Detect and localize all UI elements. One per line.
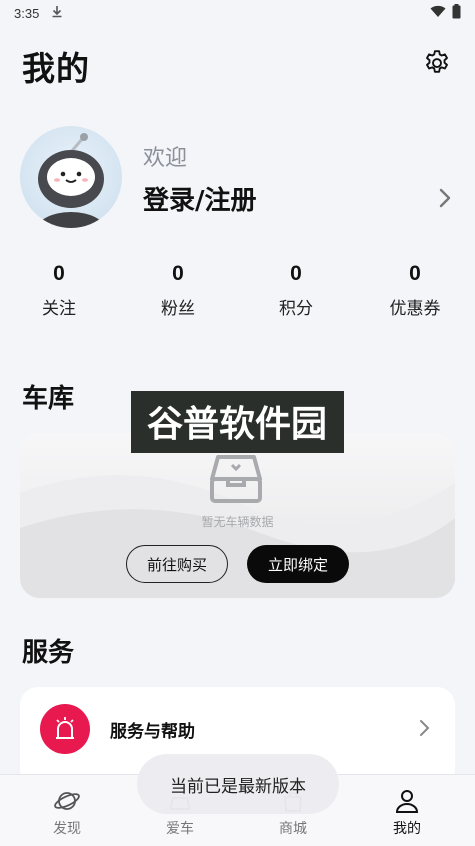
page-title: 我的	[22, 49, 90, 88]
stat-label: 关注	[42, 299, 76, 319]
service-help-label: 服务与帮助	[110, 722, 195, 742]
garage-section-title: 车库	[22, 384, 75, 414]
chevron-right-icon	[418, 717, 432, 739]
tab-discover[interactable]: 发现	[22, 787, 112, 838]
stat-followers[interactable]: 0 粉丝	[128, 262, 228, 319]
status-time: 3:35	[14, 5, 40, 21]
person-icon	[395, 790, 419, 813]
welcome-text: 欢迎	[143, 146, 188, 171]
stat-value: 0	[409, 262, 421, 285]
toast-message: 当前已是最新版本	[137, 754, 339, 814]
stat-label: 积分	[279, 299, 313, 319]
tab-mine[interactable]: 我的	[362, 787, 452, 838]
login-register-link[interactable]: 登录/注册	[143, 180, 257, 217]
tab-label: 爱车	[166, 821, 194, 837]
tab-label: 商城	[279, 821, 307, 837]
bind-now-button[interactable]: 立即绑定	[247, 545, 349, 583]
empty-inbox-icon	[206, 451, 266, 509]
stat-value: 0	[53, 262, 65, 285]
siren-icon	[40, 704, 90, 754]
garage-card: 暂无车辆数据 前往购买 立即绑定	[20, 433, 455, 598]
stat-coupons[interactable]: 0 优惠券	[365, 262, 465, 319]
gear-icon	[426, 50, 448, 73]
battery-icon	[452, 3, 461, 23]
settings-button[interactable]	[420, 46, 454, 80]
tab-label: 发现	[53, 821, 81, 837]
planet-icon	[54, 792, 80, 810]
download-icon	[51, 5, 63, 21]
tab-label: 我的	[393, 821, 421, 837]
chevron-right-icon[interactable]	[434, 184, 456, 212]
stat-points[interactable]: 0 积分	[246, 262, 346, 319]
services-section-title: 服务	[22, 638, 75, 668]
stats-row: 0 关注 0 粉丝 0 积分 0 优惠券	[0, 262, 475, 326]
watermark-logo: 谷普软件园	[131, 391, 344, 453]
stat-label: 粉丝	[161, 299, 195, 319]
stat-value: 0	[172, 262, 184, 285]
stat-label: 优惠券	[389, 299, 441, 319]
stat-value: 0	[290, 262, 302, 285]
go-buy-button[interactable]: 前往购买	[126, 545, 228, 583]
stat-following[interactable]: 0 关注	[9, 262, 109, 319]
status-bar: 3:35	[0, 0, 475, 26]
empty-garage-text: 暂无车辆数据	[201, 515, 274, 529]
avatar[interactable]	[20, 126, 122, 228]
watermark-text: 谷普软件园	[147, 404, 327, 445]
wifi-icon	[430, 5, 446, 22]
